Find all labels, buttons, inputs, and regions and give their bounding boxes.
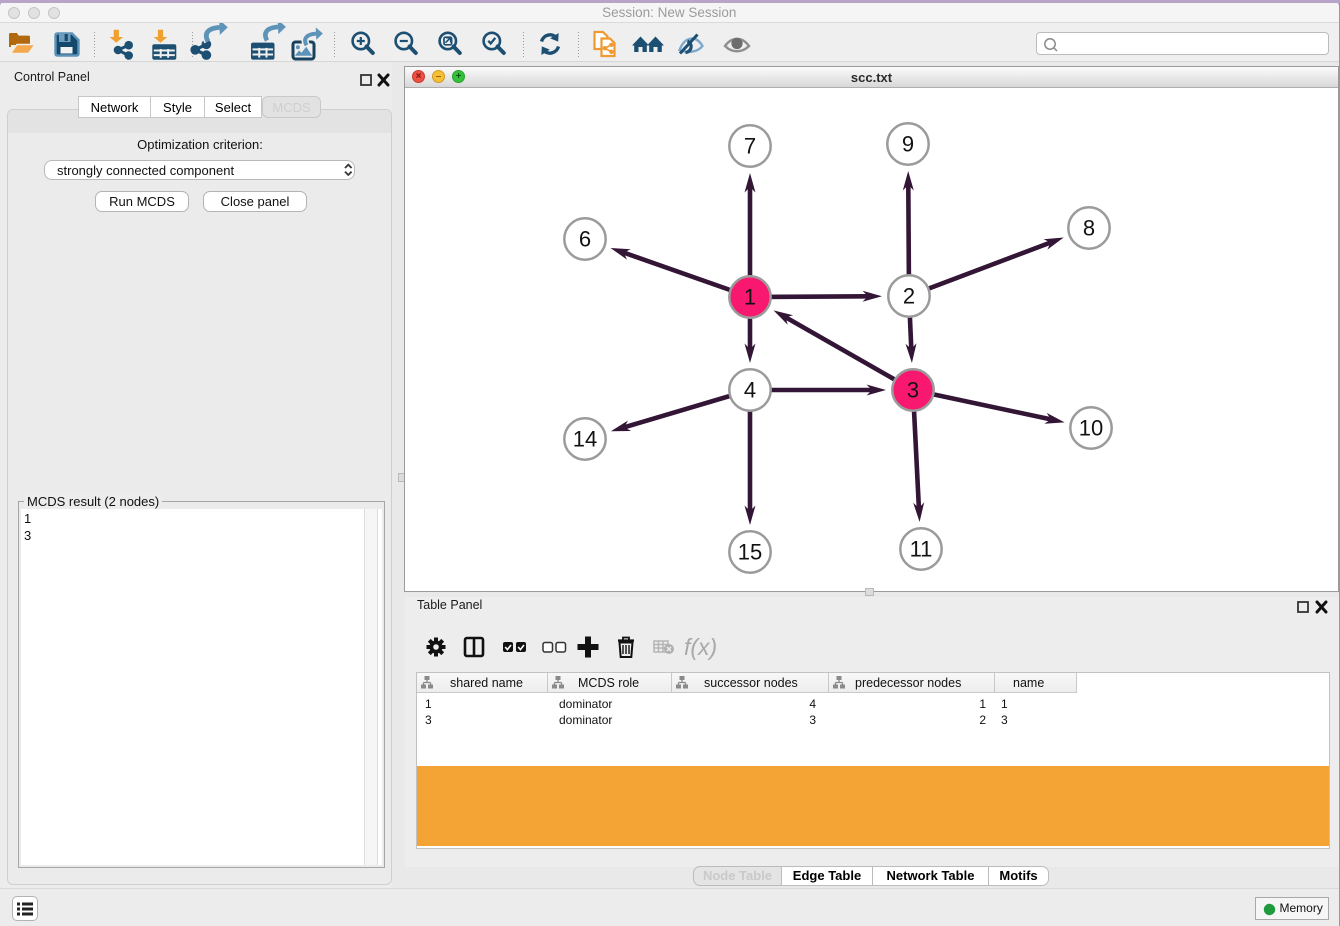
- svg-text:6: 6: [579, 227, 591, 252]
- svg-text:1: 1: [744, 285, 756, 310]
- svg-text:3: 3: [907, 378, 919, 403]
- svg-text:2: 2: [903, 284, 915, 309]
- svg-text:14: 14: [573, 427, 597, 452]
- svg-text:10: 10: [1079, 416, 1103, 441]
- svg-text:4: 4: [744, 378, 756, 403]
- svg-text:11: 11: [910, 537, 933, 562]
- svg-text:7: 7: [744, 134, 756, 159]
- svg-text:15: 15: [738, 540, 762, 565]
- svg-text:8: 8: [1083, 216, 1095, 241]
- svg-text:9: 9: [902, 132, 914, 157]
- svg-text:f(x): f(x): [684, 634, 717, 660]
